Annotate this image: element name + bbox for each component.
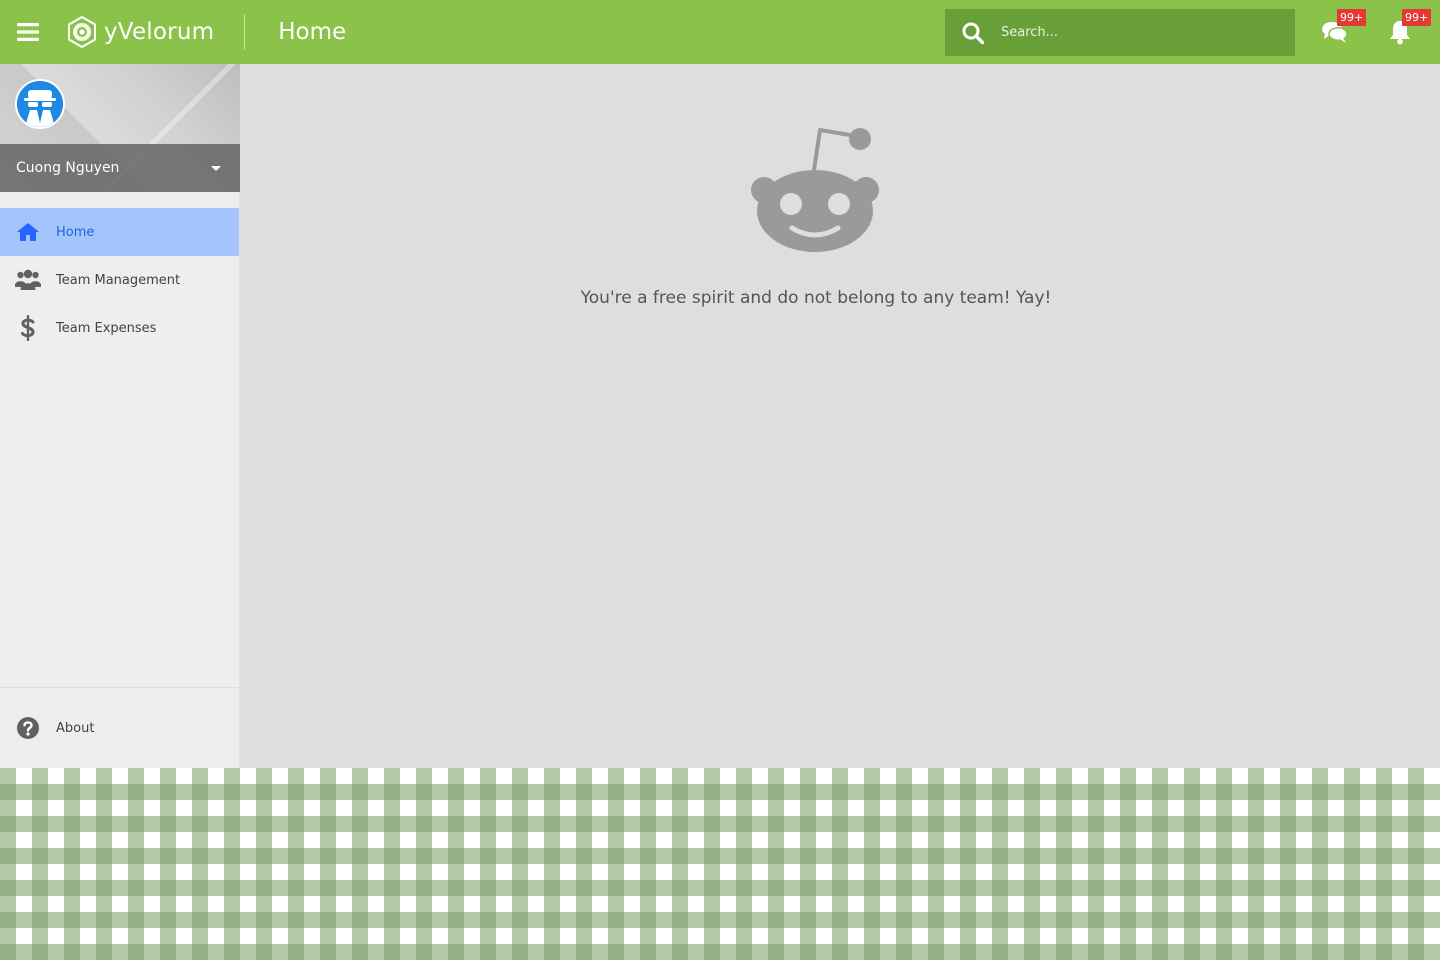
sidebar-item-label: Team Management bbox=[56, 272, 181, 288]
sidebar-item-team-management[interactable]: Team Management bbox=[0, 256, 239, 304]
dollar-icon bbox=[21, 315, 35, 341]
top-app-bar: yVelorum Home 99+ 99+ bbox=[0, 0, 1440, 64]
sidebar-item-label: Home bbox=[56, 224, 95, 240]
sidebar: Cuong Nguyen Home Team Management Team E… bbox=[0, 64, 240, 768]
users-icon bbox=[15, 269, 41, 290]
user-profile-header: Cuong Nguyen bbox=[0, 64, 240, 192]
question-circle-icon bbox=[17, 717, 39, 739]
sidebar-item-label: Team Expenses bbox=[56, 320, 157, 336]
velorum-logo-icon bbox=[68, 16, 96, 48]
messages-badge: 99+ bbox=[1337, 9, 1367, 26]
search-box bbox=[945, 9, 1295, 56]
caret-down-icon bbox=[211, 166, 221, 171]
notifications-button[interactable]: 99+ bbox=[1376, 8, 1432, 56]
sidebar-footer: About bbox=[0, 687, 240, 768]
main-content: You're a free spirit and do not belong t… bbox=[240, 64, 1440, 768]
avatar[interactable] bbox=[15, 79, 65, 129]
search-button[interactable] bbox=[945, 9, 1001, 56]
sidebar-item-home[interactable]: Home bbox=[0, 208, 239, 256]
reddit-robot-icon bbox=[751, 128, 879, 252]
hamburger-menu-button[interactable] bbox=[0, 0, 56, 64]
sidebar-item-team-expenses[interactable]: Team Expenses bbox=[0, 304, 239, 352]
page-title: Home bbox=[278, 19, 347, 45]
search-icon bbox=[962, 22, 985, 44]
sidebar-item-about[interactable]: About bbox=[0, 704, 240, 752]
notifications-badge: 99+ bbox=[1402, 9, 1432, 26]
app-name: yVelorum bbox=[104, 19, 215, 45]
user-name: Cuong Nguyen bbox=[16, 160, 120, 176]
sidebar-item-label: About bbox=[56, 720, 95, 736]
user-menu-toggle[interactable]: Cuong Nguyen bbox=[0, 144, 240, 192]
empty-state-message: You're a free spirit and do not belong t… bbox=[580, 288, 1052, 308]
header-divider bbox=[244, 14, 246, 50]
sidebar-nav: Home Team Management Team Expenses bbox=[0, 208, 239, 352]
app-logo[interactable]: yVelorum bbox=[56, 0, 214, 64]
spy-avatar-icon bbox=[17, 81, 63, 127]
search-input[interactable] bbox=[1001, 25, 1281, 40]
home-icon bbox=[17, 223, 39, 241]
messages-button[interactable]: 99+ bbox=[1311, 8, 1367, 56]
hamburger-menu-icon bbox=[17, 23, 39, 41]
